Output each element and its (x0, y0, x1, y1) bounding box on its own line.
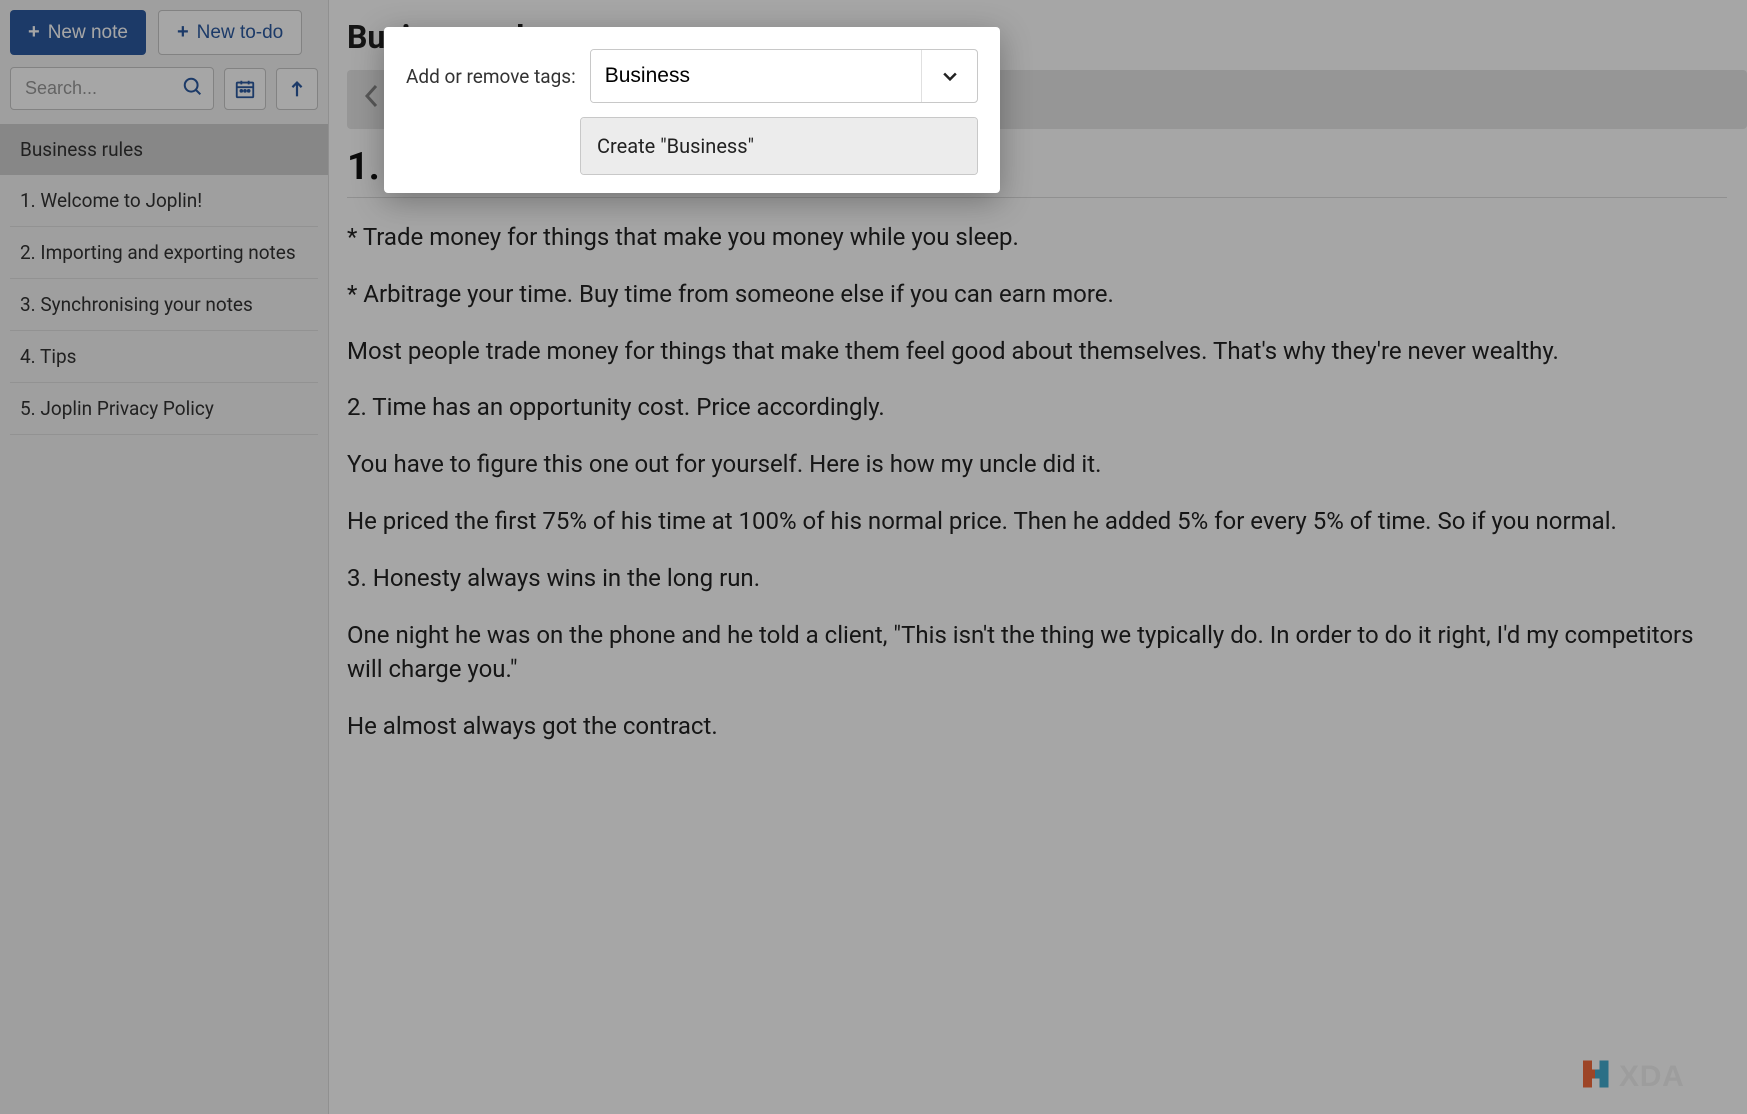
tag-modal-row: Add or remove tags: (406, 49, 978, 103)
tag-modal-label: Add or remove tags: (406, 65, 576, 88)
tag-input[interactable] (591, 50, 921, 102)
tag-select (590, 49, 978, 103)
tag-create-option[interactable]: Create "Business" (581, 118, 977, 174)
tag-dropdown: Create "Business" (580, 117, 978, 175)
chevron-down-icon[interactable] (921, 50, 977, 102)
tag-modal: Add or remove tags: Create "Business" (384, 27, 1000, 193)
